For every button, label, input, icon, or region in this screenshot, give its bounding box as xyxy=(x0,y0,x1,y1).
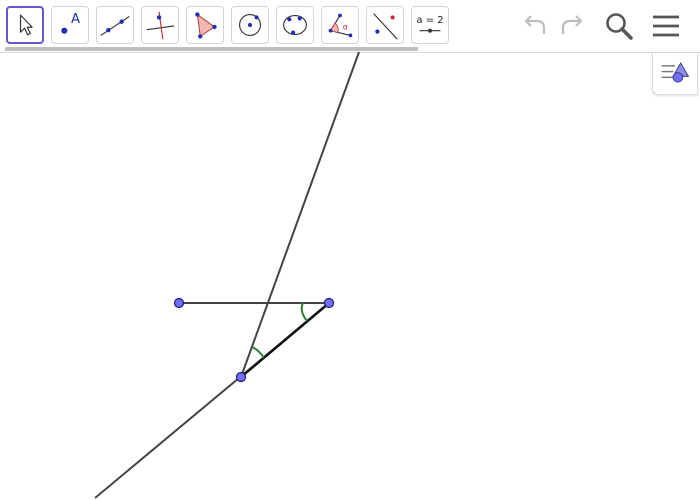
construction-drawing xyxy=(94,51,360,499)
point-right[interactable] xyxy=(323,297,335,309)
angle-arc-right[interactable] xyxy=(300,302,308,322)
style-bar-icon xyxy=(661,62,690,83)
point-vertex[interactable] xyxy=(235,371,247,383)
angle-arc-bottom[interactable] xyxy=(251,346,265,359)
style-bar-toggle-button[interactable] xyxy=(652,53,698,95)
point-left[interactable] xyxy=(173,297,185,309)
graphics-view[interactable] xyxy=(0,51,700,500)
